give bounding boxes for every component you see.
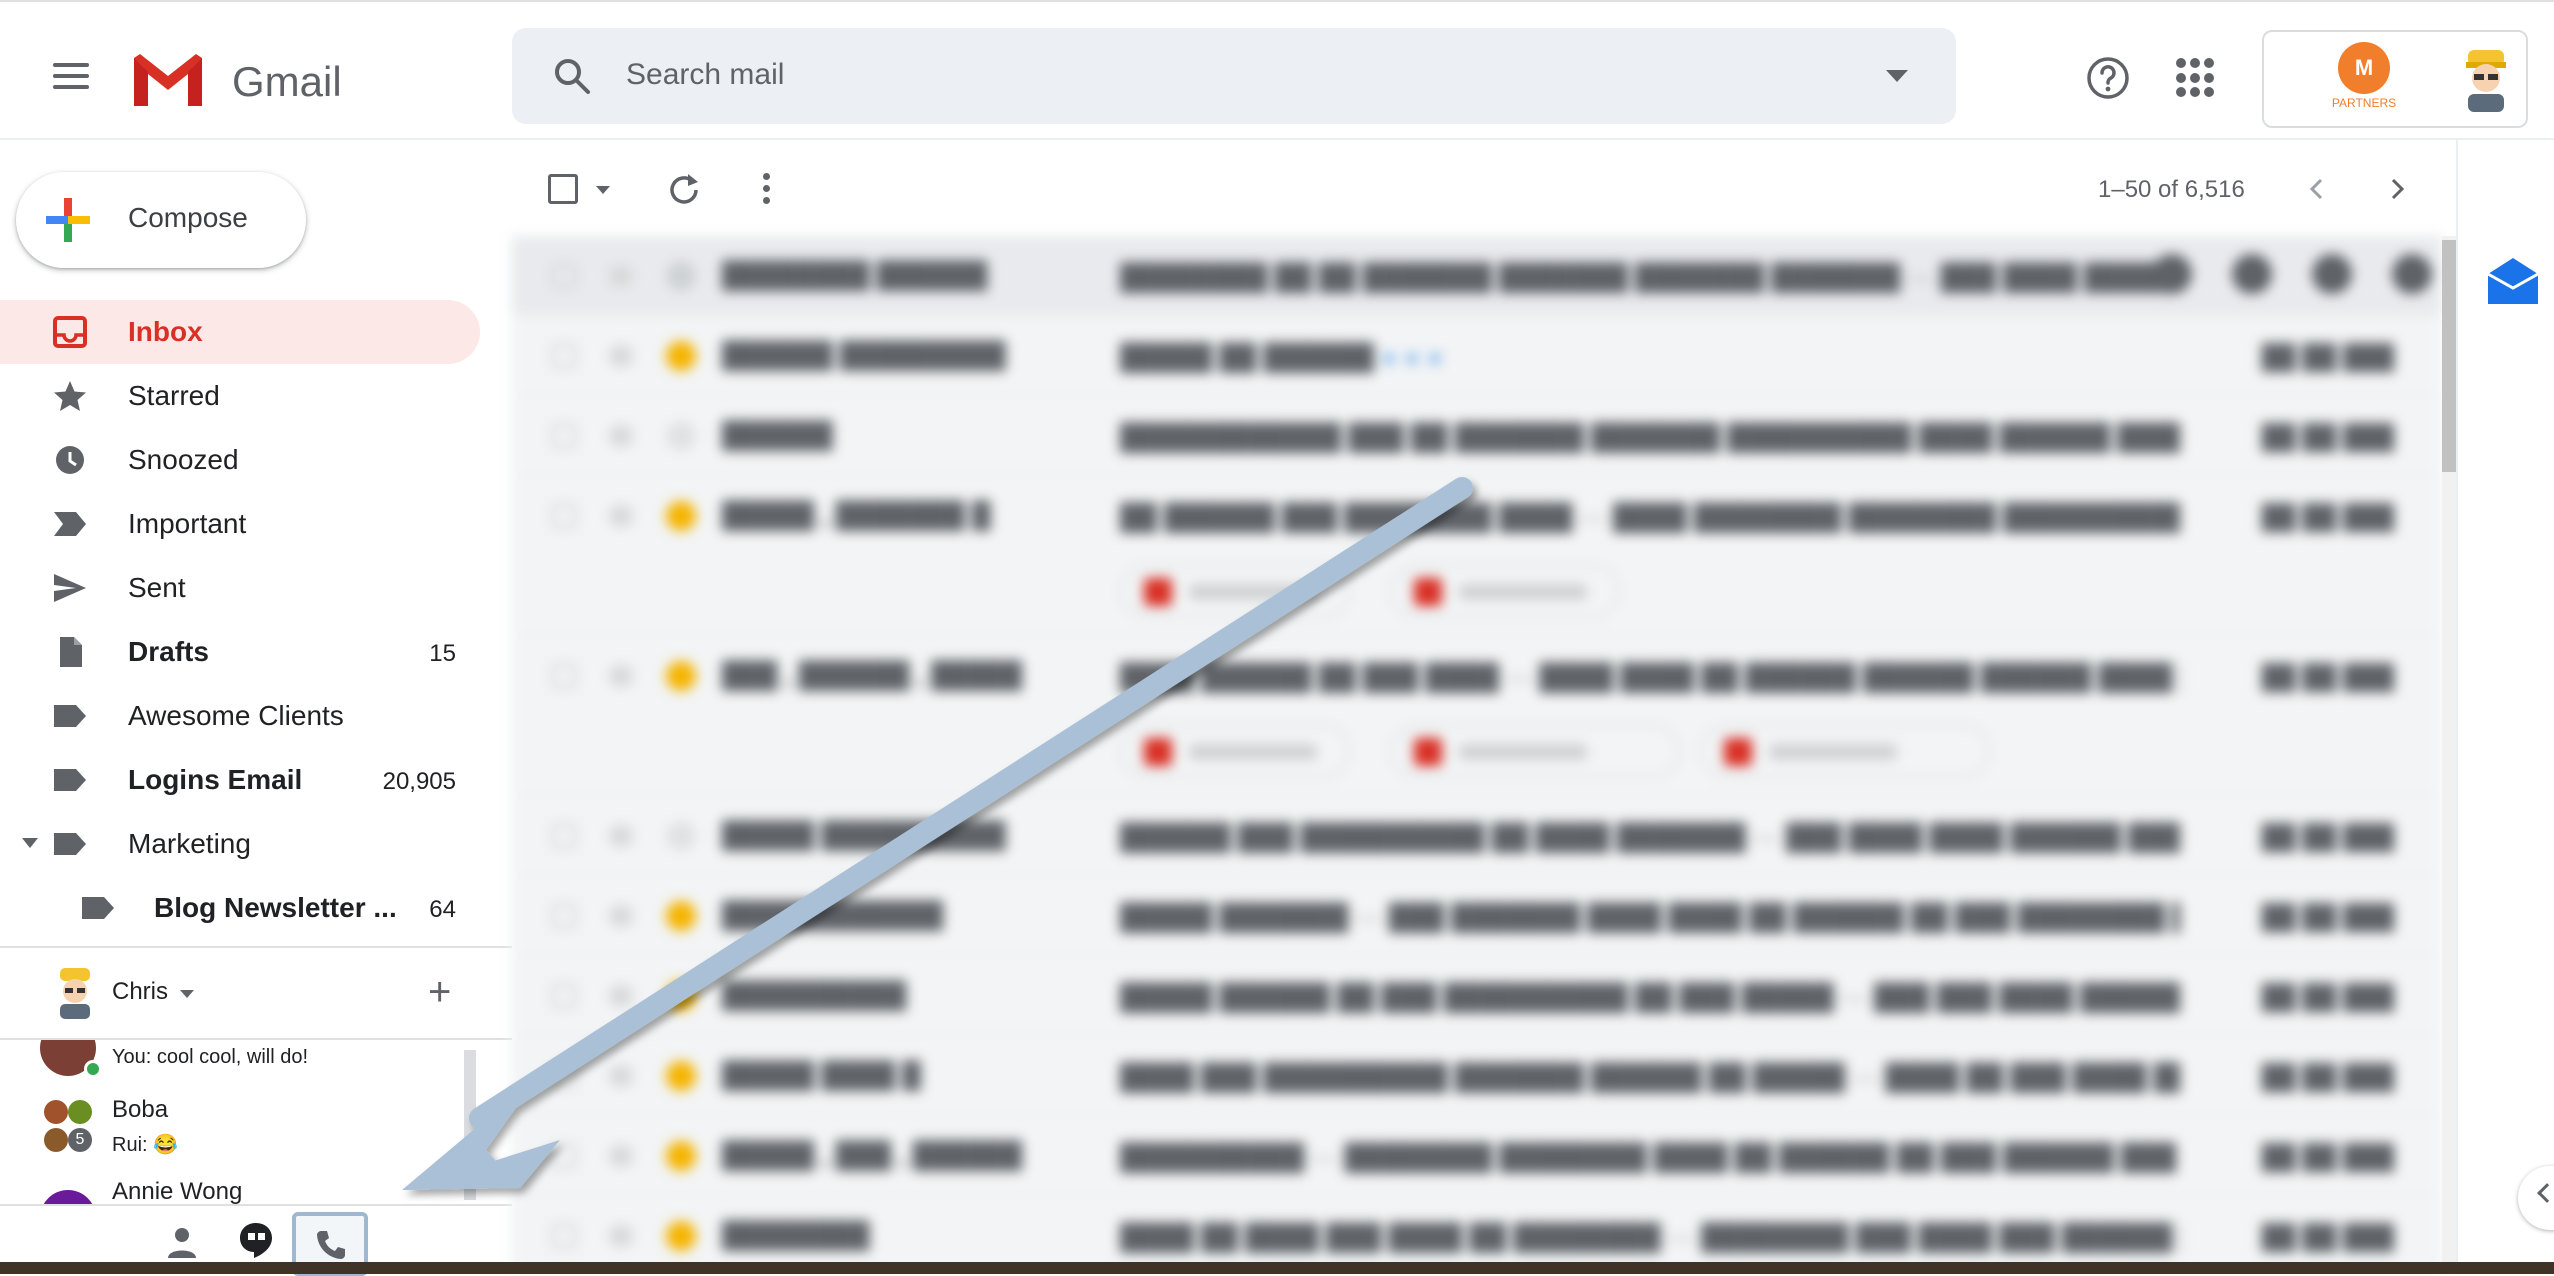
conversation-scrollbar[interactable]: [464, 1050, 476, 1200]
sidebar-item-blog-newsletter[interactable]: Blog Newsletter ... 64: [0, 876, 480, 940]
label-icon: [54, 769, 86, 791]
online-status-icon: [84, 1060, 102, 1078]
email-row[interactable]: ███ , ██████ , █████ █ █ ██ ██ ████ ██ ██ █…: [512, 636, 2442, 796]
expand-arrow-icon[interactable]: [22, 838, 38, 848]
email-row[interactable]: █████ , ███ , ███████ █ ██████████ ··· █…: [512, 1116, 2442, 1196]
status-dropdown-icon[interactable]: [180, 990, 194, 998]
sidebar-item-label: Inbox: [128, 316, 203, 347]
sidebar-item-label: Marketing: [128, 828, 251, 859]
label-list: Inbox Starred Snoozed Important Sent Dra…: [0, 300, 512, 940]
sidebar-item-label: Sent: [128, 572, 186, 603]
chevron-left-icon: [2537, 1183, 2554, 1203]
refresh-icon[interactable]: [664, 170, 704, 210]
draft-icon: [60, 637, 82, 667]
hangouts-icon[interactable]: [236, 1220, 276, 1260]
hangouts-user-name[interactable]: Chris: [112, 978, 168, 1006]
new-conversation-icon[interactable]: +: [428, 972, 451, 1012]
conversation-preview: Rui: 😂: [112, 1134, 179, 1156]
app-name: Gmail: [232, 58, 342, 105]
conversation-item[interactable]: Annie Wong: [40, 1178, 460, 1204]
compose-label: Compose: [128, 202, 248, 233]
sidebar-item-starred[interactable]: Starred: [0, 364, 480, 428]
select-all-checkbox[interactable]: [548, 174, 578, 204]
compose-button[interactable]: Compose: [16, 172, 306, 268]
more-options-icon[interactable]: [756, 170, 776, 210]
sidebar-item-count: 15: [429, 640, 456, 667]
sidebar-item-marketing[interactable]: Marketing: [0, 812, 480, 876]
search-options-icon[interactable]: [1886, 70, 1908, 82]
email-row[interactable]: ██████ ████████████ ███ ██ ███████ █████…: [512, 396, 2442, 476]
account-area[interactable]: M PARTNERS: [2262, 30, 2528, 128]
send-icon: [54, 574, 86, 602]
top-border: [0, 0, 2554, 8]
sidebar-item-important[interactable]: Important: [0, 492, 480, 556]
hangouts-panel: Chris + You: cool cool, will do! 5 Boba …: [0, 946, 512, 1276]
conversation-list: You: cool cool, will do! 5 Boba Rui: 😂 A…: [0, 1040, 512, 1204]
label-icon: [54, 833, 86, 855]
group-avatar: 5: [40, 1100, 96, 1156]
mail-addon-icon[interactable]: [2486, 256, 2540, 306]
email-row[interactable]: ██████ █████████ █████ ██ ██████ ● ● ● █…: [512, 316, 2442, 396]
hangouts-user-avatar[interactable]: [50, 964, 100, 1020]
chevron-right-icon[interactable]: [2382, 174, 2412, 204]
email-row[interactable]: █████ , ███████ █ ██ ██████ ███ ████████…: [512, 476, 2442, 636]
sidebar-item-label: Blog Newsletter ...: [154, 892, 397, 923]
email-row[interactable]: ██████████ █████ ██████ ██ ███ █████████…: [512, 956, 2442, 1036]
select-options-icon[interactable]: [596, 186, 610, 194]
gmail-logo-icon[interactable]: [130, 50, 206, 108]
sidebar-item-count: 64: [429, 896, 456, 923]
google-apps-icon[interactable]: [2176, 58, 2216, 98]
partner-logo[interactable]: M PARTNERS: [2324, 42, 2404, 118]
message-list-blurred: ████████ ██████ ████████ ██ ██ ███████ █…: [512, 236, 2442, 1274]
sidebar-item-inbox[interactable]: Inbox: [0, 300, 480, 364]
sidebar-item-logins-email[interactable]: Logins Email 20,905: [0, 748, 480, 812]
search-bar[interactable]: Search mail: [512, 28, 1956, 124]
sidebar-item-snoozed[interactable]: Snoozed: [0, 428, 480, 492]
collapse-side-panel-button[interactable]: [2518, 1166, 2554, 1230]
email-row[interactable]: █████ ████ █ ████ ███ ██████████ ███████…: [512, 1036, 2442, 1116]
label-icon: [82, 897, 114, 919]
account-avatar[interactable]: [2454, 44, 2518, 114]
message-list-scrollbar[interactable]: [2442, 240, 2456, 472]
contacts-icon[interactable]: [164, 1224, 200, 1260]
important-icon: [54, 512, 86, 536]
desktop-strip: [0, 1262, 2554, 1274]
email-row[interactable]: ████████████ █████ ███████ ··· ███ █████…: [512, 876, 2442, 956]
search-input[interactable]: Search mail: [626, 58, 784, 92]
sidebar-item-label: Drafts: [128, 636, 209, 667]
clock-icon: [56, 446, 84, 474]
help-icon[interactable]: [2084, 54, 2132, 102]
sidebar: Compose Inbox Starred Snoozed Important …: [0, 140, 512, 1276]
sidebar-item-label: Important: [128, 508, 247, 539]
pagination-text: 1–50 of 6,516: [2098, 176, 2245, 203]
sidebar-item-label: Snoozed: [128, 444, 239, 475]
sidebar-item-label: Awesome Clients: [128, 700, 344, 731]
mail-toolbar: 1–50 of 6,516: [512, 140, 2512, 236]
sidebar-item-sent[interactable]: Sent: [0, 556, 480, 620]
contact-name: Boba: [112, 1096, 169, 1123]
header: Gmail Search mail M PARTNERS: [0, 8, 2554, 140]
plus-icon: [46, 198, 90, 242]
email-row[interactable]: ████████ ██████ ████████ ██ ██ ███████ █…: [512, 236, 2442, 316]
sidebar-item-label: Logins Email: [128, 764, 303, 795]
conversation-preview: You: cool cool, will do!: [112, 1046, 309, 1068]
conversation-item[interactable]: You: cool cool, will do!: [40, 1040, 460, 1080]
phone-icon: [317, 1231, 345, 1259]
main-menu-icon[interactable]: [46, 56, 96, 96]
group-count-badge: 5: [68, 1128, 92, 1152]
label-icon: [54, 705, 86, 727]
sidebar-item-count: 20,905: [382, 768, 456, 795]
search-icon[interactable]: [548, 52, 596, 100]
sidebar-item-drafts[interactable]: Drafts 15: [0, 620, 480, 684]
inbox-icon: [53, 316, 87, 348]
chevron-left-icon[interactable]: [2302, 174, 2332, 204]
sidebar-item-label: Starred: [128, 380, 220, 411]
star-icon: [54, 381, 86, 411]
contact-avatar: [40, 1190, 96, 1204]
conversation-item[interactable]: 5 Boba Rui: 😂: [40, 1094, 460, 1164]
email-row[interactable]: █████ ██████████ ██████ ███ ██████████ █…: [512, 796, 2442, 876]
side-panel: [2456, 140, 2554, 1274]
sidebar-item-awesome-clients[interactable]: Awesome Clients: [0, 684, 480, 748]
contact-name: Annie Wong: [112, 1178, 243, 1204]
